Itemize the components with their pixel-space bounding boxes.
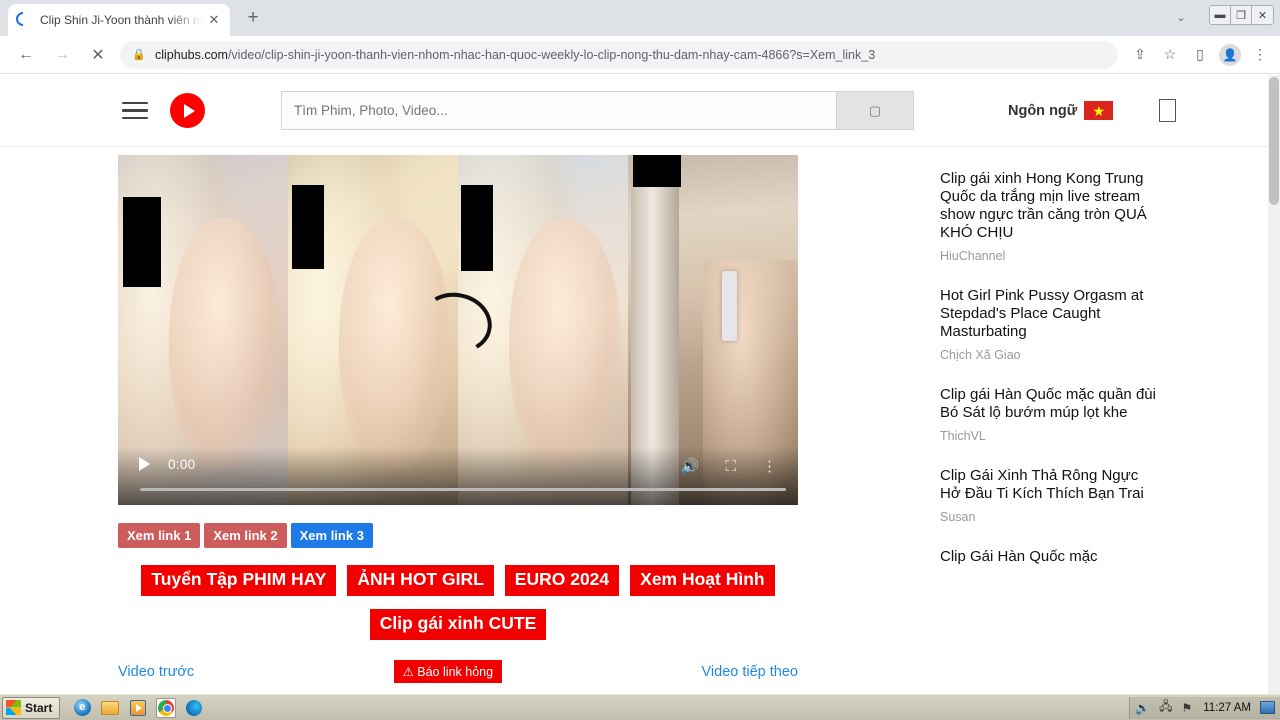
toolbar-icons: ⇪ ☆ ▯ 👤 ⋮: [1126, 41, 1276, 69]
search-form: ▢: [281, 91, 914, 130]
windows-logo-icon: [6, 700, 21, 715]
related-video-channel: HiuChannel: [940, 249, 1006, 263]
start-button[interactable]: Start: [2, 696, 61, 719]
page-scrollbar[interactable]: [1268, 75, 1280, 694]
stop-button[interactable]: ✕: [84, 41, 112, 69]
censor-bar: [292, 185, 324, 269]
report-broken-link-button[interactable]: ⚠ Báo link hỏng: [393, 660, 503, 683]
list-item[interactable]: Clip Gái Xinh Thả Rông Ngực Hở Đầu Ti Kí…: [940, 467, 1156, 524]
related-video-channel: Chịch Xã Giao: [940, 348, 1021, 362]
forward-button[interactable]: →: [48, 41, 76, 69]
header-placeholder-box: [1159, 99, 1177, 122]
browser-tab-strip: Clip Shin Ji-Yoon thành viên nhóm nh ✕ +…: [0, 0, 1280, 36]
site-header: ▢ Ngôn ngữ: [0, 75, 1268, 147]
video-panel-4: [628, 155, 798, 505]
category-buttons-row-2: Clip gái xinh CUTE: [118, 609, 798, 640]
related-video-title: Clip gái xinh Hong Kong Trung Quốc da tr…: [940, 170, 1147, 241]
list-item[interactable]: Hot Girl Pink Pussy Orgasm at Stepdad's …: [940, 287, 1156, 362]
chevron-down-icon[interactable]: ⌄: [1167, 4, 1195, 32]
related-video-title: Clip Gái Hàn Quốc mặc: [940, 548, 1098, 565]
search-input[interactable]: [281, 91, 837, 130]
category-button-clip-gai-xinh-cute[interactable]: Clip gái xinh CUTE: [369, 609, 547, 640]
taskbar-google-chrome-icon[interactable]: [156, 697, 177, 718]
taskbar-microsoft-edge-icon[interactable]: [184, 698, 204, 718]
xem-link-3-button[interactable]: Xem link 3: [290, 523, 373, 548]
show-desktop-icon[interactable]: [1260, 701, 1275, 714]
tab-title: Clip Shin Ji-Yoon thành viên nhóm nh: [40, 13, 202, 27]
screen: Clip Shin Ji-Yoon thành viên nhóm nh ✕ +…: [0, 0, 1280, 720]
scrollbar-thumb[interactable]: [1269, 77, 1279, 205]
video-progress-bar[interactable]: [140, 488, 786, 491]
url-host: cliphubs.com: [155, 47, 228, 62]
language-selector[interactable]: Ngôn ngữ: [1008, 101, 1114, 120]
related-video-title: Clip gái Hàn Quốc mặc quần đùi Bó Sát lộ…: [940, 386, 1156, 421]
profile-avatar[interactable]: 👤: [1216, 41, 1244, 69]
video-player[interactable]: 0:00 🔊 ⛶ ⋮: [118, 155, 798, 505]
xem-link-2-button[interactable]: Xem link 2: [204, 523, 287, 548]
hamburger-menu-icon[interactable]: [122, 97, 148, 125]
share-icon[interactable]: ⇪: [1126, 41, 1154, 69]
avatar: 👤: [1219, 43, 1241, 66]
related-video-channel: ThichVL: [940, 429, 986, 443]
category-button-phim-hay[interactable]: Tuyển Tập PHIM HAY: [141, 565, 337, 596]
new-tab-button[interactable]: +: [240, 5, 266, 31]
quick-launch-bar: e: [72, 697, 204, 718]
video-panel-1: [118, 155, 288, 505]
category-button-anh-hot-girl[interactable]: ẢNH HOT GIRL: [347, 565, 494, 596]
volume-icon[interactable]: 🔊: [1135, 701, 1150, 715]
site-logo-play-icon[interactable]: [170, 93, 205, 128]
lock-icon: 🔒: [132, 49, 146, 61]
minimize-button[interactable]: ▬: [1210, 6, 1231, 24]
next-video-link[interactable]: Video tiếp theo: [702, 664, 798, 680]
browser-menu-icon[interactable]: ⋮: [1246, 41, 1274, 69]
browser-toolbar: ← → ✕ 🔒 cliphubs.com/video/clip-shin-ji-…: [0, 36, 1280, 74]
taskbar-internet-explorer-icon[interactable]: e: [72, 698, 92, 718]
video-navigation: Video trước ⚠ Báo link hỏng Video tiếp t…: [118, 660, 798, 683]
browser-tab[interactable]: Clip Shin Ji-Yoon thành viên nhóm nh ✕: [8, 4, 230, 36]
close-window-button[interactable]: ✕: [1252, 6, 1273, 24]
language-label: Ngôn ngữ: [1008, 102, 1078, 119]
xem-link-1-button[interactable]: Xem link 1: [118, 523, 201, 548]
url-path: /video/clip-shin-ji-yoon-thanh-vien-nhom…: [227, 47, 876, 62]
list-item[interactable]: Clip gái Hàn Quốc mặc quần đùi Bó Sát lộ…: [940, 386, 1156, 443]
censor-bar: [633, 155, 681, 187]
url-text: cliphubs.com/video/clip-shin-ji-yoon-tha…: [155, 48, 875, 62]
taskbar-file-explorer-icon[interactable]: [100, 698, 120, 718]
related-videos-sidebar: Clip gái xinh Hong Kong Trung Quốc da tr…: [940, 170, 1156, 590]
list-item[interactable]: Clip gái xinh Hong Kong Trung Quốc da tr…: [940, 170, 1156, 263]
start-label: Start: [25, 700, 53, 715]
loading-spinner-icon: [13, 9, 33, 29]
back-button[interactable]: ←: [12, 41, 40, 69]
related-video-title: Hot Girl Pink Pussy Orgasm at Stepdad's …: [940, 287, 1144, 340]
clock[interactable]: 11:27 AM: [1203, 702, 1251, 714]
category-button-euro-2024[interactable]: EURO 2024: [504, 565, 620, 596]
search-button[interactable]: ▢: [837, 91, 914, 130]
web-page: ▢ Ngôn ngữ: [0, 75, 1268, 694]
system-tray: 🔊 🖧 ⚑ 11:27 AM: [1129, 696, 1280, 719]
related-video-channel: Susan: [940, 510, 976, 524]
page-viewport: ▢ Ngôn ngữ: [0, 75, 1280, 694]
close-icon[interactable]: ✕: [206, 12, 222, 28]
vietnam-flag-icon: [1084, 101, 1114, 120]
censor-bar: [123, 197, 161, 287]
related-video-title: Clip Gái Xinh Thả Rông Ngực Hở Đầu Ti Kí…: [940, 467, 1144, 502]
list-item[interactable]: Clip Gái Hàn Quốc mặc: [940, 548, 1156, 566]
maximize-button[interactable]: ❐: [1231, 6, 1252, 24]
category-buttons-row-1: Tuyển Tập PHIM HAY ẢNH HOT GIRL EURO 202…: [118, 565, 798, 596]
censor-bar: [461, 185, 493, 271]
bookmark-star-icon[interactable]: ☆: [1156, 41, 1184, 69]
taskbar-media-player-icon[interactable]: [128, 698, 148, 718]
category-button-hoat-hinh[interactable]: Xem Hoạt Hình: [630, 565, 775, 596]
window-controls-group: ⌄ ▬ ❐ ✕: [1167, 0, 1280, 36]
windows-taskbar: Start e 🔊 🖧 ⚑ 11:27 AM: [0, 694, 1280, 720]
flag-icon[interactable]: ⚑: [1181, 701, 1192, 715]
network-icon[interactable]: 🖧: [1159, 697, 1172, 718]
previous-video-link[interactable]: Video trước: [118, 664, 194, 680]
side-panel-icon[interactable]: ▯: [1186, 41, 1214, 69]
source-links-row: Xem link 1 Xem link 2 Xem link 3: [118, 523, 377, 548]
address-bar[interactable]: 🔒 cliphubs.com/video/clip-shin-ji-yoon-t…: [120, 40, 1118, 69]
